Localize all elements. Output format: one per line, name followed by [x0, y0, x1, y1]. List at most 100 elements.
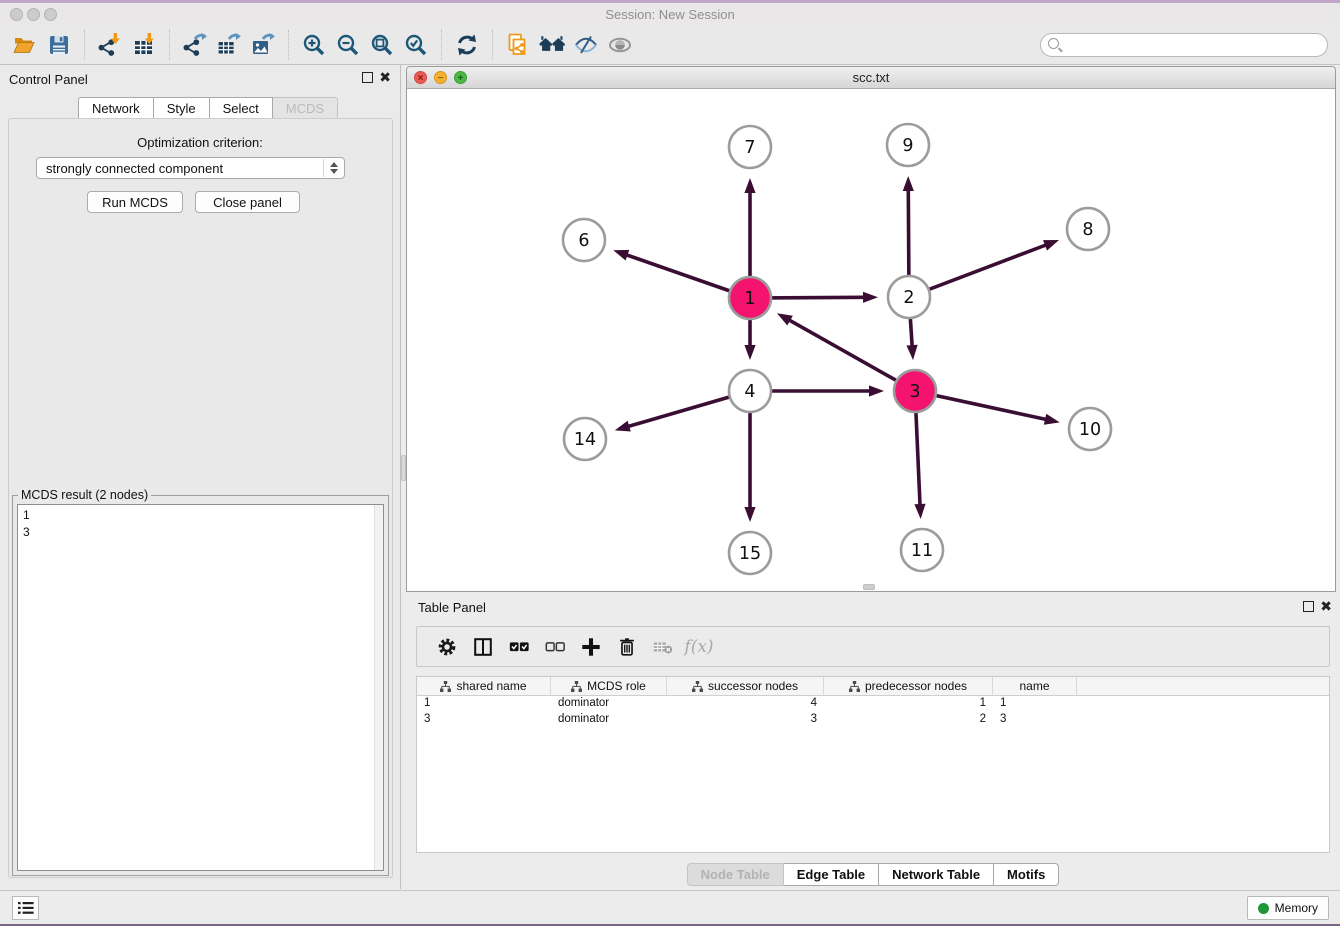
home-icon — [538, 31, 566, 59]
tab-network-table[interactable]: Network Table — [879, 863, 994, 886]
table-row[interactable]: 1dominator411 — [417, 696, 1329, 712]
node-label-9: 9 — [902, 136, 913, 156]
network-canvas[interactable]: 7968124314101511 — [407, 89, 1335, 591]
column-header-successor-nodes[interactable]: successor nodes — [667, 677, 824, 695]
network-window-titlebar[interactable]: × − + scc.txt — [407, 67, 1335, 89]
open-session-button[interactable] — [10, 29, 40, 61]
column-header-name[interactable]: name — [993, 677, 1077, 695]
select-stepper-icon — [323, 159, 343, 177]
node-label-6: 6 — [578, 231, 589, 251]
panel-divider-handle[interactable] — [401, 455, 406, 481]
task-history-button[interactable] — [12, 896, 39, 920]
column-header-MCDS-role[interactable]: MCDS role — [551, 677, 667, 695]
delete-column-button[interactable] — [609, 630, 645, 664]
deselect-all-icon — [544, 636, 566, 658]
search-icon — [1048, 38, 1059, 49]
zoom-out-button[interactable] — [333, 29, 363, 61]
table-cell[interactable]: dominator — [551, 696, 667, 712]
table-panel-title: Table Panel — [418, 600, 486, 615]
import-network-button[interactable] — [95, 29, 125, 61]
export-network-button[interactable] — [180, 29, 210, 61]
open-session-icon — [13, 33, 37, 57]
function-builder-button[interactable]: f(x) — [681, 630, 717, 664]
tab-mcds[interactable]: MCDS — [273, 97, 338, 119]
delete-column-icon — [616, 636, 638, 658]
node-label-8: 8 — [1082, 220, 1093, 240]
node-label-14: 14 — [574, 430, 596, 450]
table-cell[interactable]: 3 — [667, 712, 824, 728]
tab-node-table[interactable]: Node Table — [687, 863, 784, 886]
table-close-icon[interactable]: ✖ — [1320, 598, 1332, 614]
split-view-button[interactable] — [465, 630, 501, 664]
column-header-shared-name[interactable]: shared name — [417, 677, 551, 695]
control-panel-tabs: NetworkStyleSelectMCDS — [78, 97, 338, 119]
table-cell[interactable]: 4 — [667, 696, 824, 712]
close-panel-icon[interactable]: ✖ — [379, 69, 391, 85]
clone-network-icon — [506, 33, 530, 57]
table-cell[interactable]: 2 — [824, 712, 993, 728]
add-column-button[interactable] — [573, 630, 609, 664]
split-view-icon — [472, 636, 494, 658]
save-session-button[interactable] — [44, 29, 74, 61]
arrowhead-icon — [903, 176, 914, 191]
arrowhead-icon — [613, 250, 629, 261]
node-label-1: 1 — [744, 289, 755, 309]
close-panel-button[interactable]: Close panel — [195, 191, 300, 213]
tab-network[interactable]: Network — [78, 97, 154, 119]
tab-motifs[interactable]: Motifs — [994, 863, 1059, 886]
export-table-button[interactable] — [214, 29, 244, 61]
column-label: MCDS role — [587, 679, 646, 693]
toolbar-separator — [84, 30, 85, 60]
tab-style[interactable]: Style — [154, 97, 210, 119]
import-table-button[interactable] — [129, 29, 159, 61]
zoom-in-button[interactable] — [299, 29, 329, 61]
deselect-all-button[interactable] — [537, 630, 573, 664]
result-scrollbar[interactable] — [374, 505, 383, 870]
table-row[interactable]: 3dominator323 — [417, 712, 1329, 728]
float-panel-icon[interactable] — [362, 72, 373, 83]
network-view-window: × − + scc.txt 7968124314101511 — [406, 66, 1336, 592]
session-title: Session: New Session — [0, 7, 1340, 22]
column-header-predecessor-nodes[interactable]: predecessor nodes — [824, 677, 993, 695]
tab-select[interactable]: Select — [210, 97, 273, 119]
table-cell[interactable]: 1 — [417, 696, 551, 712]
network-hscroll-thumb[interactable] — [863, 584, 875, 590]
criterion-select[interactable]: strongly connected component — [36, 157, 345, 179]
arrowhead-icon — [914, 504, 925, 519]
arrowhead-icon — [615, 421, 631, 432]
table-cell[interactable]: 1 — [824, 696, 993, 712]
toolbar-separator — [288, 30, 289, 60]
table-toolbar: f(x) — [416, 626, 1330, 667]
table-tabs: Node TableEdge TableNetwork TableMotifs — [406, 863, 1340, 886]
memory-button[interactable]: Memory — [1247, 896, 1329, 920]
column-label: predecessor nodes — [865, 679, 967, 693]
arrowhead-icon — [744, 345, 755, 360]
table-body: 1dominator4113dominator323 — [417, 696, 1329, 728]
zoom-fit-button[interactable] — [367, 29, 397, 61]
table-cell[interactable]: 1 — [993, 696, 1077, 712]
tab-edge-table[interactable]: Edge Table — [784, 863, 879, 886]
refresh-layout-button[interactable] — [452, 29, 482, 61]
network-graph[interactable]: 7968124314101511 — [407, 89, 1335, 592]
delete-table-button[interactable] — [645, 630, 681, 664]
table-cell[interactable]: 3 — [993, 712, 1077, 728]
table-cell[interactable]: 3 — [417, 712, 551, 728]
search-input[interactable] — [1040, 33, 1328, 57]
mcds-result-text[interactable]: 1 3 — [17, 504, 384, 871]
run-mcds-button[interactable]: Run MCDS — [87, 191, 183, 213]
select-all-button[interactable] — [501, 630, 537, 664]
hide-eye-button[interactable] — [571, 29, 601, 61]
settings-gear-button[interactable] — [429, 630, 465, 664]
clone-network-button[interactable] — [503, 29, 533, 61]
node-label-10: 10 — [1079, 420, 1101, 440]
criterion-value: strongly connected component — [46, 161, 223, 176]
zoom-out-icon — [336, 33, 360, 57]
node-label-3: 3 — [909, 382, 920, 402]
import-network-icon — [98, 33, 122, 57]
export-image-button[interactable] — [248, 29, 278, 61]
table-float-icon[interactable] — [1303, 601, 1314, 612]
table-cell[interactable]: dominator — [551, 712, 667, 728]
home-button[interactable] — [537, 29, 567, 61]
show-eye-button[interactable] — [605, 29, 635, 61]
zoom-selected-button[interactable] — [401, 29, 431, 61]
